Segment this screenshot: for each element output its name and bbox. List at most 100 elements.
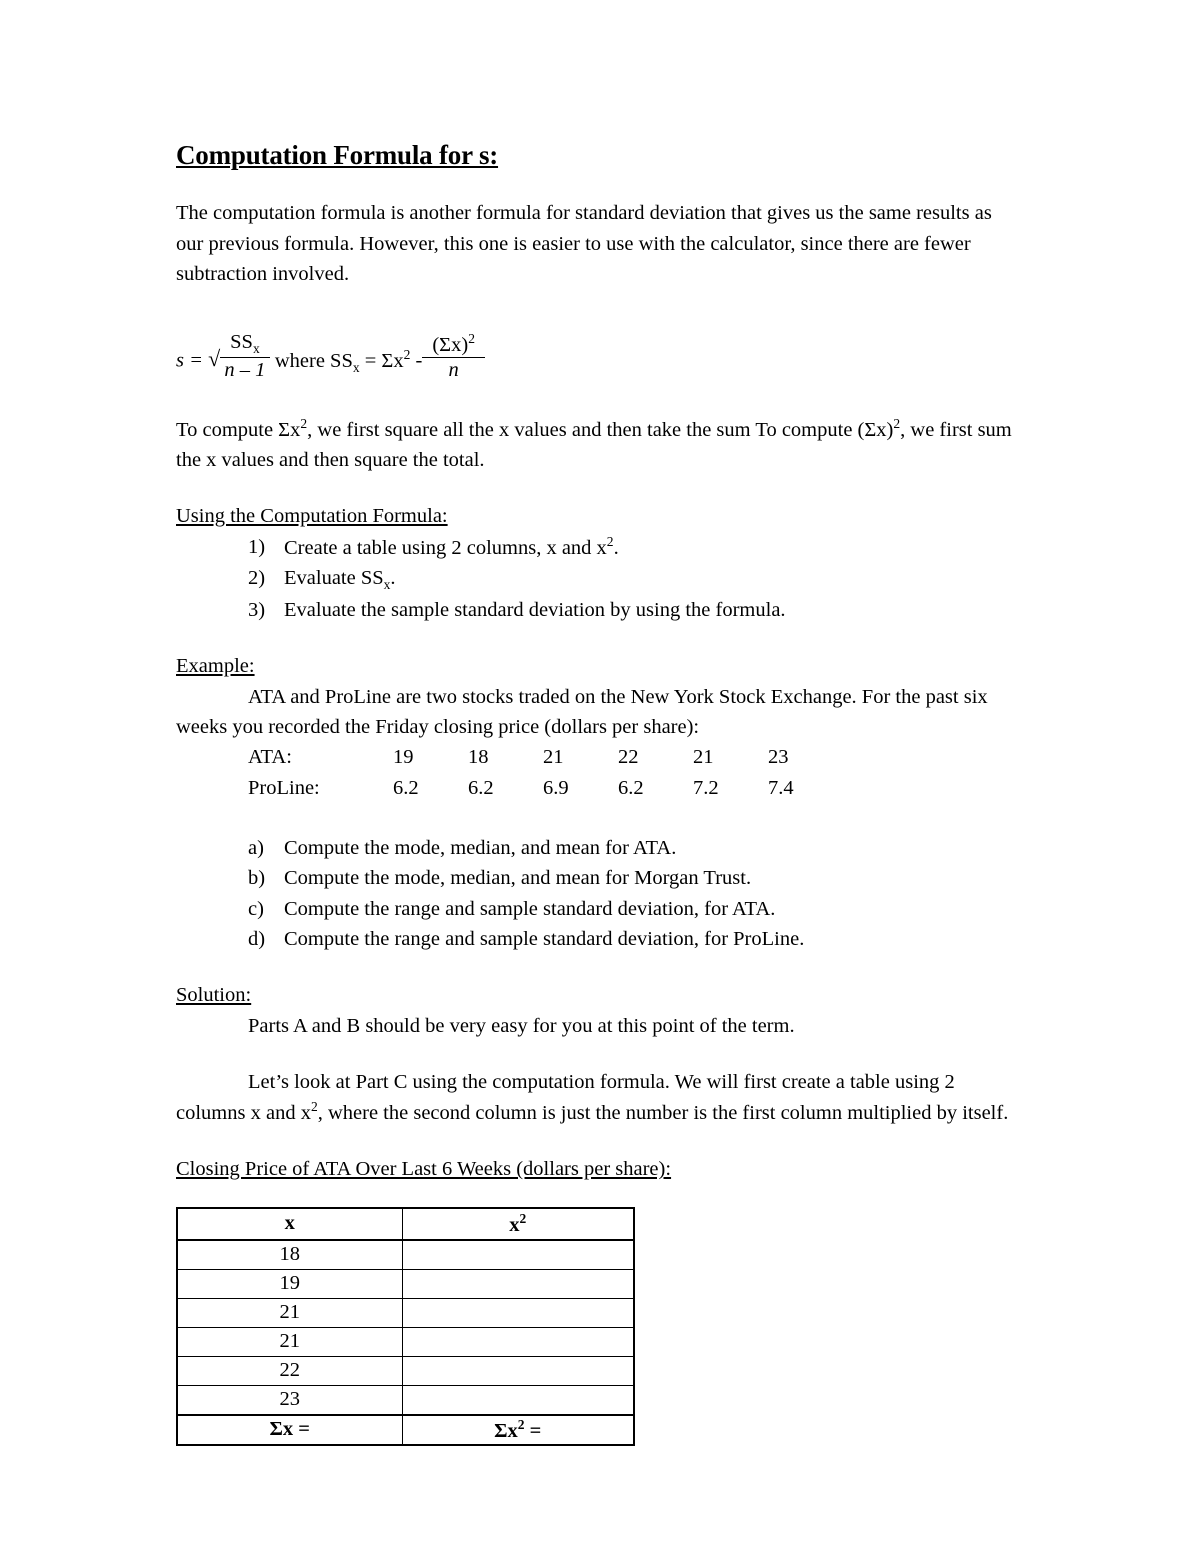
solution-paragraph-2: Let’s look at Part C using the computati…	[176, 1067, 1022, 1128]
list-marker: b)	[248, 867, 266, 890]
cell-x: 19	[176, 1268, 403, 1299]
list-item-text: Evaluate SS	[284, 566, 384, 589]
compute-text-2: , we first square all the x values and t…	[307, 418, 894, 441]
superscript-2: 2	[519, 1210, 527, 1226]
using-formula-steps: 1) Create a table using 2 columns, x and …	[176, 532, 1022, 626]
table-row: 19	[176, 1268, 635, 1299]
list-item-text: Compute the range and sample standard de…	[284, 897, 776, 920]
cell-x: 18	[176, 1239, 403, 1270]
compute-explanation-paragraph: To compute Σx2, we first square all the …	[176, 414, 1022, 475]
list-marker: d)	[248, 927, 266, 950]
stock-value: 23	[768, 746, 789, 769]
cell-x: 21	[176, 1326, 403, 1357]
cell-x-squared[interactable]	[401, 1297, 635, 1328]
stock-label: ProLine:	[248, 776, 320, 799]
example-paragraph: ATA and ProLine are two stocks traded on…	[176, 685, 988, 738]
solution-heading: Solution:	[176, 984, 252, 1007]
stock-value: 21	[693, 746, 714, 769]
fraction-denominator: n	[448, 359, 459, 382]
formula-where-text: where SSx	[274, 349, 360, 375]
cell-x-squared[interactable]	[401, 1355, 635, 1386]
superscript-2: 2	[310, 1099, 318, 1115]
list-item: b) Compute the mode, median, and mean for…	[176, 863, 1022, 893]
stock-value: 6.9	[543, 776, 569, 799]
intro-paragraph: The computation formula is another formu…	[176, 202, 992, 285]
table-row: 23	[176, 1384, 635, 1416]
table-row: 21	[176, 1297, 635, 1328]
compute-text-1: To compute Σx	[176, 418, 301, 441]
table-header-row: x x2	[176, 1207, 635, 1241]
list-item: c) Compute the range and sample standard …	[176, 894, 1022, 924]
superscript-2: 2	[517, 1416, 525, 1432]
subscript-x: x	[252, 340, 260, 356]
fraction-denominator: n – 1	[224, 359, 266, 382]
solution-paragraph-1: Parts A and B should be very easy for yo…	[248, 1014, 795, 1037]
list-item-text: Evaluate the sample standard deviation b…	[284, 598, 786, 621]
cell-sum-x-label: Σx =	[176, 1413, 403, 1446]
table-caption: Closing Price of ATA Over Last 6 Weeks (…	[176, 1158, 672, 1181]
solution-text-2: , where the second column is just the nu…	[317, 1102, 1009, 1125]
list-marker: 1)	[248, 535, 266, 558]
computation-formula: s = √ SSx n – 1 where SSx = Σx2 - (Σx)2 n	[176, 323, 1022, 381]
table-row: 22	[176, 1355, 635, 1386]
stock-data-rows: ATA: 19 18 21 22 21 23 ProLine: 6.2 6.2 …	[176, 742, 1022, 803]
stock-value: 6.2	[393, 776, 419, 799]
list-marker: c)	[248, 897, 264, 920]
fraction-ss-over-n-minus-1: SSx n – 1	[220, 331, 270, 382]
fraction-sum-x-squared-over-n: (Σx)2 n	[422, 330, 485, 382]
formula-minus-sign: -	[415, 349, 423, 372]
stock-value: 6.2	[618, 776, 644, 799]
stock-value: 21	[543, 746, 564, 769]
stock-value: 22	[618, 746, 639, 769]
formula-lhs: s =	[176, 349, 203, 372]
list-item-text: Compute the mode, median, and mean for M…	[284, 867, 752, 890]
stock-row-ata: ATA: 19 18 21 22 21 23	[248, 742, 1022, 772]
subscript-x: x	[352, 359, 360, 375]
list-item-text: Compute the range and sample standard de…	[284, 927, 805, 950]
stock-value: 6.2	[468, 776, 494, 799]
page-title: Computation Formula for s:	[176, 140, 499, 170]
table-totals-row: Σx = Σx2 =	[176, 1413, 635, 1446]
superscript-2: 2	[468, 330, 475, 346]
example-heading: Example:	[176, 655, 255, 678]
list-marker: 2)	[248, 566, 266, 589]
cell-x: 23	[176, 1384, 403, 1416]
table-row: 18	[176, 1239, 635, 1270]
cell-x: 21	[176, 1297, 403, 1328]
list-item: 2) Evaluate SSx.	[176, 563, 1022, 595]
stock-row-proline: ProLine: 6.2 6.2 6.9 6.2 7.2 7.4	[248, 773, 1022, 803]
list-marker: 3)	[248, 598, 266, 621]
fraction-numerator: (Σx)2	[422, 330, 485, 359]
stock-value: 7.2	[693, 776, 719, 799]
radical-icon: √	[208, 345, 221, 371]
fraction-numerator: SSx	[220, 331, 270, 359]
example-questions: a) Compute the mode, median, and mean for…	[176, 833, 1022, 954]
list-marker: a)	[248, 836, 264, 859]
list-item-text: Create a table using 2 columns, x and x	[284, 536, 607, 559]
stock-value: 7.4	[768, 776, 794, 799]
cell-x-squared[interactable]	[401, 1326, 635, 1357]
superscript-2: 2	[403, 346, 411, 362]
document-page: Computation Formula for s: The computati…	[0, 0, 1200, 1553]
cell-x: 22	[176, 1355, 403, 1386]
cell-sum-x-squared-label: Σx2 =	[401, 1413, 635, 1446]
superscript-2: 2	[606, 533, 614, 549]
stock-label: ATA:	[248, 746, 292, 769]
list-item: d) Compute the range and sample standard …	[176, 924, 1022, 954]
table-body: 18 19 21 21 22 23 Σx = Σx2 =	[176, 1239, 635, 1446]
cell-x-squared[interactable]	[401, 1239, 635, 1270]
column-header-x: x	[176, 1207, 403, 1241]
list-item: a) Compute the mode, median, and mean for…	[176, 833, 1022, 863]
cell-x-squared[interactable]	[401, 1268, 635, 1299]
formula-sum-x-squared: = Σx2	[364, 346, 411, 372]
list-item-text: Compute the mode, median, and mean for A…	[284, 836, 677, 859]
table-row: 21	[176, 1326, 635, 1357]
column-header-x-squared: x2	[401, 1207, 635, 1241]
stock-value: 18	[468, 746, 489, 769]
list-item-text-tail: .	[390, 566, 396, 589]
list-item: 1) Create a table using 2 columns, x and …	[176, 532, 1022, 563]
stock-value: 19	[393, 746, 414, 769]
list-item-text-tail: .	[613, 536, 619, 559]
cell-x-squared[interactable]	[401, 1384, 635, 1416]
list-item: 3) Evaluate the sample standard deviation…	[176, 595, 1022, 625]
